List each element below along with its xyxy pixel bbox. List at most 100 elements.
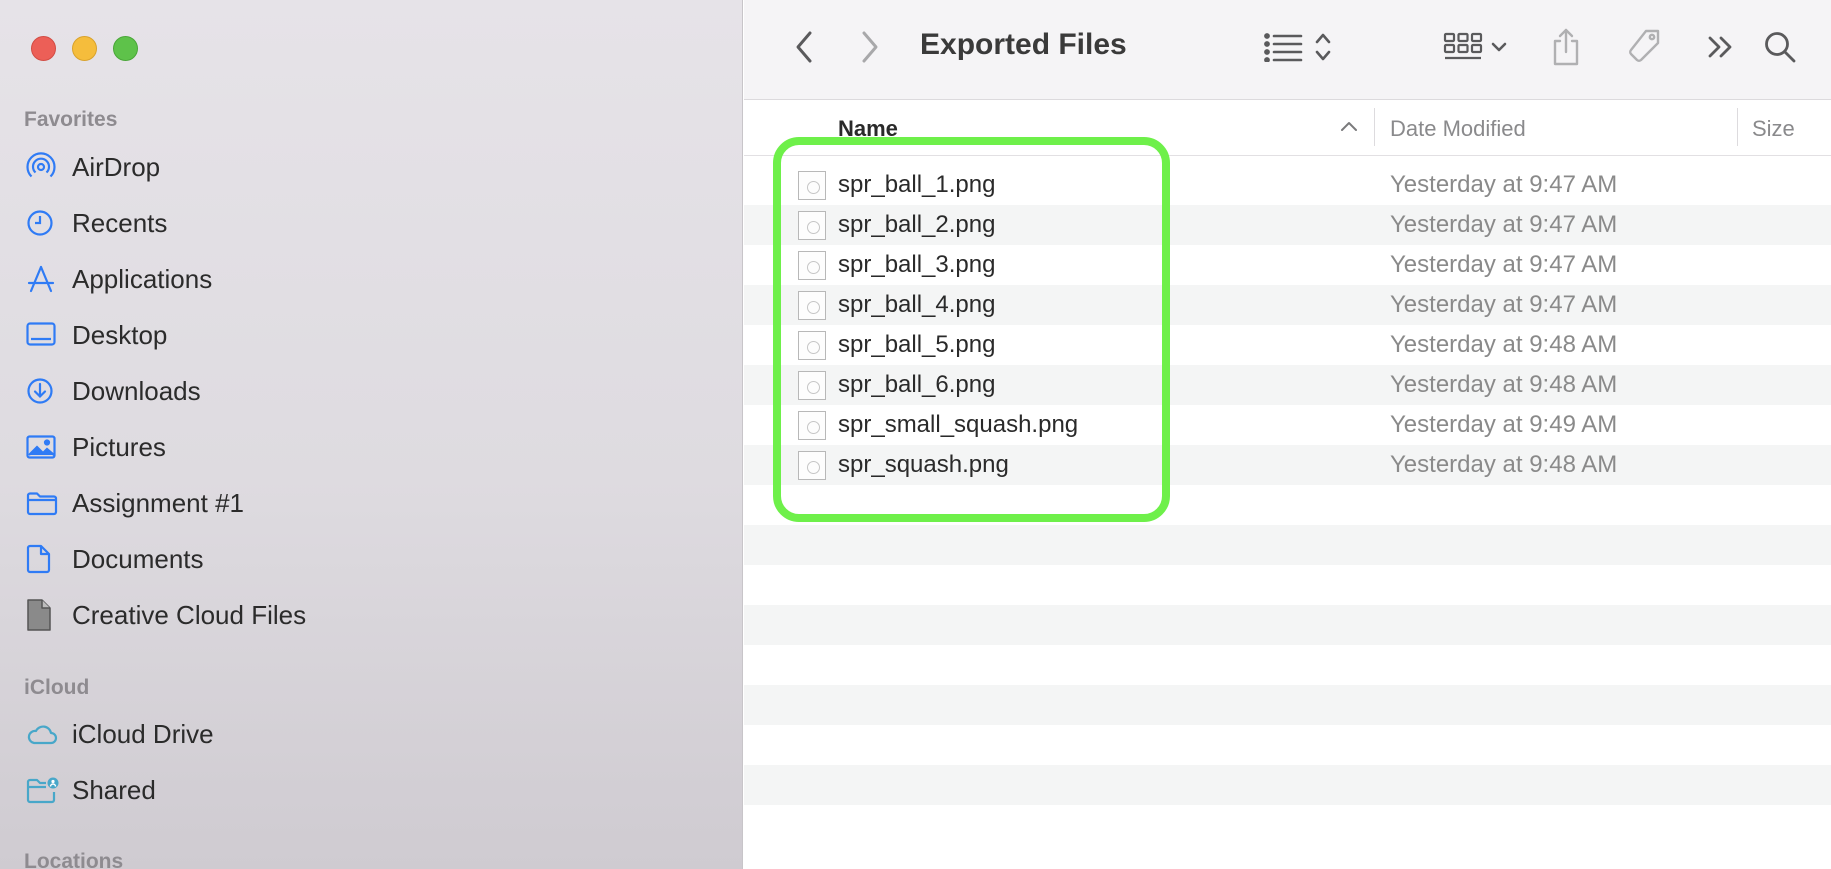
tag-icon xyxy=(1629,29,1660,62)
sidebar-item-label: Shared xyxy=(72,774,156,805)
window-title: Exported Files xyxy=(920,28,1127,61)
file-date-modified: Yesterday at 9:47 AM xyxy=(1390,211,1618,238)
chevron-down-icon xyxy=(1491,42,1507,52)
download-icon xyxy=(26,375,62,407)
empty-row xyxy=(744,565,1831,605)
sidebar-item-label: Assignment #1 xyxy=(72,487,244,518)
minimize-window-button[interactable] xyxy=(72,36,97,61)
close-window-button[interactable] xyxy=(31,36,56,61)
chevron-updown-icon xyxy=(1315,33,1331,61)
airdrop-icon xyxy=(26,151,62,183)
applications-icon xyxy=(26,263,62,295)
sidebar-item-shared[interactable]: Shared xyxy=(26,770,716,810)
clock-icon xyxy=(26,207,62,239)
search-button[interactable] xyxy=(1758,24,1802,70)
file-row[interactable]: spr_small_squash.png Yesterday at 9:49 A… xyxy=(744,405,1831,445)
column-divider[interactable] xyxy=(1374,108,1375,146)
file-date-modified: Yesterday at 9:47 AM xyxy=(1390,251,1618,278)
png-file-icon xyxy=(798,251,826,280)
empty-row xyxy=(744,525,1831,565)
file-browser: Exported Files Name Date Modified Size s… xyxy=(744,0,1831,869)
back-button[interactable] xyxy=(784,24,824,70)
sidebar-item-recents[interactable]: Recents xyxy=(26,203,716,243)
tags-button[interactable] xyxy=(1622,24,1666,70)
view-options-button[interactable] xyxy=(1258,24,1338,70)
file-list: spr_ball_1.png Yesterday at 9:47 AM spr_… xyxy=(744,165,1831,845)
sidebar-item-downloads[interactable]: Downloads xyxy=(26,371,716,411)
column-header-name[interactable]: Name xyxy=(838,116,898,142)
document-icon xyxy=(26,543,62,575)
chevron-right-icon xyxy=(862,31,878,63)
file-name: spr_ball_3.png xyxy=(838,251,996,278)
pictures-icon xyxy=(26,431,62,463)
png-file-icon xyxy=(798,291,826,320)
png-file-icon xyxy=(798,411,826,440)
sidebar-item-label: Documents xyxy=(72,543,204,574)
file-name: spr_small_squash.png xyxy=(838,411,1079,438)
empty-row xyxy=(744,765,1831,805)
sidebar-item-icloud-drive[interactable]: iCloud Drive xyxy=(26,714,716,754)
file-date-modified: Yesterday at 9:49 AM xyxy=(1390,411,1618,438)
sidebar-item-airdrop[interactable]: AirDrop xyxy=(26,147,716,187)
sidebar-item-desktop[interactable]: Desktop xyxy=(26,315,716,355)
file-icon xyxy=(26,599,62,631)
sort-ascending-icon xyxy=(1340,119,1358,137)
sidebar-item-label: Applications xyxy=(72,263,213,294)
grid-icon xyxy=(1443,32,1483,60)
sidebar-item-label: Recents xyxy=(72,207,168,238)
empty-row xyxy=(744,485,1831,525)
share-button[interactable] xyxy=(1546,24,1586,70)
toolbar: Exported Files xyxy=(744,0,1831,100)
window-controls xyxy=(31,36,138,61)
file-row[interactable]: spr_ball_3.png Yesterday at 9:47 AM xyxy=(744,245,1831,285)
share-icon xyxy=(1553,28,1579,66)
desktop-icon xyxy=(26,319,62,351)
png-file-icon xyxy=(798,451,826,480)
file-row[interactable]: spr_ball_4.png Yesterday at 9:47 AM xyxy=(744,285,1831,325)
file-row[interactable]: spr_ball_5.png Yesterday at 9:48 AM xyxy=(744,325,1831,365)
sidebar-item-pictures[interactable]: Pictures xyxy=(26,427,716,467)
png-file-icon xyxy=(798,331,826,360)
zoom-window-button[interactable] xyxy=(113,36,138,61)
search-icon xyxy=(1765,32,1796,63)
group-by-button[interactable] xyxy=(1436,24,1514,70)
empty-row xyxy=(744,805,1831,845)
file-row[interactable]: spr_ball_6.png Yesterday at 9:48 AM xyxy=(744,365,1831,405)
icloud-section-label: iCloud xyxy=(24,676,90,699)
sidebar-item-label: Desktop xyxy=(72,319,168,350)
empty-row xyxy=(744,605,1831,645)
file-name: spr_ball_4.png xyxy=(838,291,996,318)
sidebar: Favorites AirDrop Recents Applications D… xyxy=(0,0,743,869)
file-name: spr_ball_5.png xyxy=(838,331,996,358)
forward-button[interactable] xyxy=(850,24,890,70)
empty-row xyxy=(744,685,1831,725)
sidebar-item-creative-cloud-files[interactable]: Creative Cloud Files xyxy=(26,595,716,635)
file-name: spr_ball_1.png xyxy=(838,171,996,198)
file-date-modified: Yesterday at 9:48 AM xyxy=(1390,451,1618,478)
sidebar-item-label: iCloud Drive xyxy=(72,718,214,749)
png-file-icon xyxy=(798,371,826,400)
more-toolbar-items-button[interactable] xyxy=(1702,24,1738,70)
sidebar-item-documents[interactable]: Documents xyxy=(26,539,716,579)
sidebar-item-label: AirDrop xyxy=(72,151,161,182)
file-date-modified: Yesterday at 9:47 AM xyxy=(1390,291,1618,318)
empty-row xyxy=(744,645,1831,685)
column-header-row: Name Date Modified Size xyxy=(744,101,1831,156)
file-date-modified: Yesterday at 9:48 AM xyxy=(1390,371,1618,398)
sidebar-item-label: Downloads xyxy=(72,375,201,406)
empty-row xyxy=(744,725,1831,765)
locations-section-label: Locations xyxy=(24,850,124,869)
sidebar-item-label: Creative Cloud Files xyxy=(72,599,307,630)
column-header-size[interactable]: Size xyxy=(1752,116,1795,142)
list-view-icon xyxy=(1264,33,1303,62)
column-header-date-modified[interactable]: Date Modified xyxy=(1390,116,1526,142)
sidebar-item-assignment-1[interactable]: Assignment #1 xyxy=(26,483,716,523)
column-divider[interactable] xyxy=(1737,108,1738,146)
file-name: spr_ball_2.png xyxy=(838,211,996,238)
file-row[interactable]: spr_ball_1.png Yesterday at 9:47 AM xyxy=(744,165,1831,205)
file-row[interactable]: spr_squash.png Yesterday at 9:48 AM xyxy=(744,445,1831,485)
file-row[interactable]: spr_ball_2.png Yesterday at 9:47 AM xyxy=(744,205,1831,245)
png-file-icon xyxy=(798,211,826,240)
file-date-modified: Yesterday at 9:48 AM xyxy=(1390,331,1618,358)
sidebar-item-applications[interactable]: Applications xyxy=(26,259,716,299)
